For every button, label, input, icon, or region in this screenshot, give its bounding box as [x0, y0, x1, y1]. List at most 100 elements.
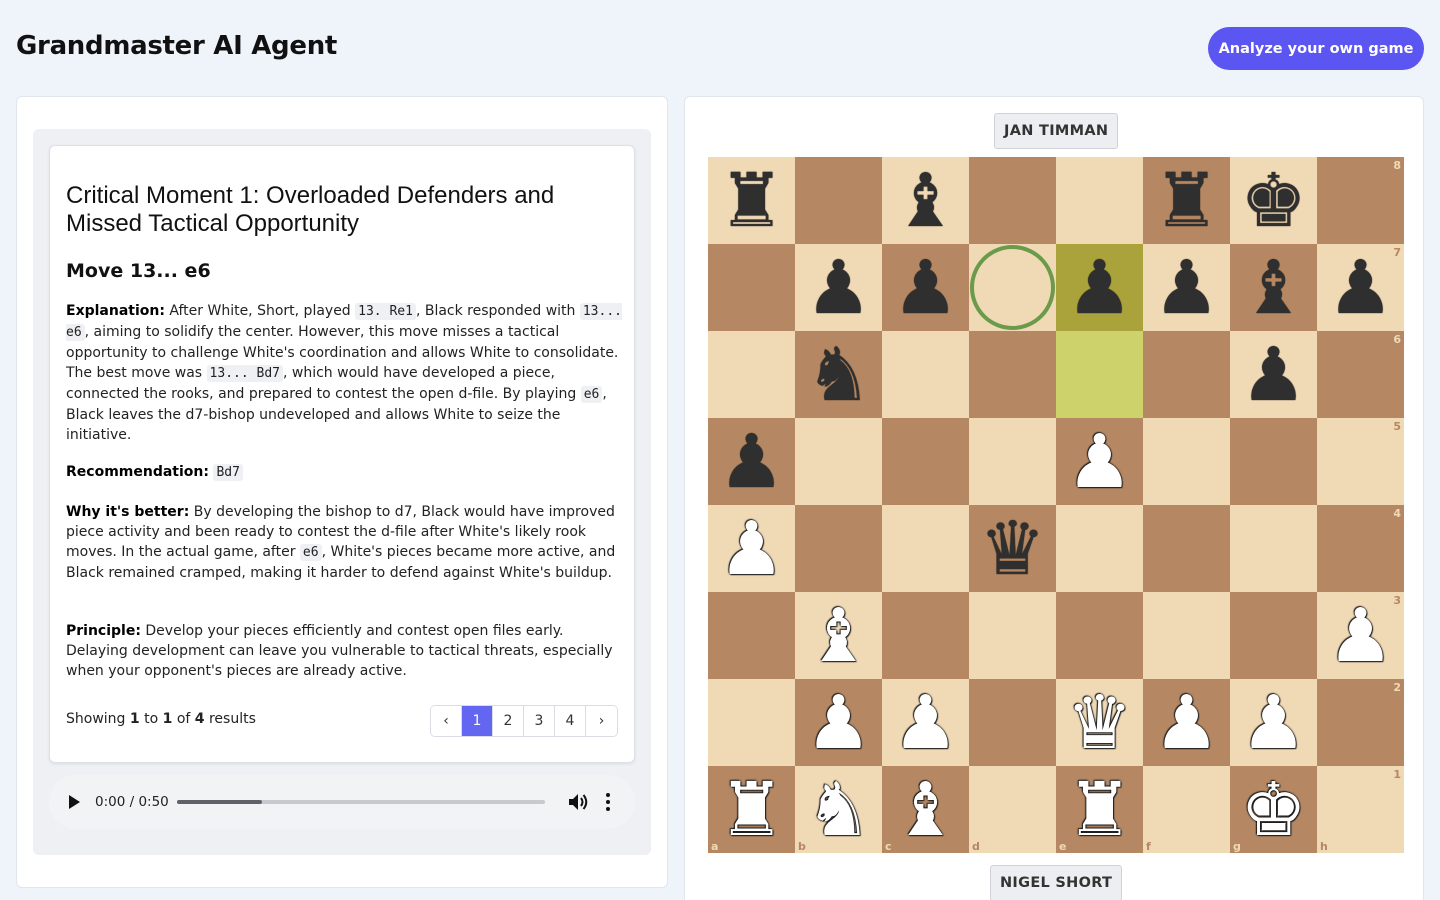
square-b3[interactable]: ♝	[795, 592, 882, 679]
square-c1[interactable]: c ♝	[882, 766, 969, 853]
square-e8[interactable]	[1056, 157, 1143, 244]
square-a8[interactable]: ♜	[708, 157, 795, 244]
square-f7[interactable]: ♟	[1143, 244, 1230, 331]
square-c7[interactable]: ♟	[882, 244, 969, 331]
page-button-3[interactable]: 3	[524, 706, 555, 736]
square-h6[interactable]: 6	[1317, 331, 1404, 418]
square-d6[interactable]	[969, 331, 1056, 418]
volume-icon[interactable]	[567, 792, 589, 812]
square-c8[interactable]: ♝	[882, 157, 969, 244]
square-f5[interactable]	[1143, 418, 1230, 505]
square-e5[interactable]: ♟	[1056, 418, 1143, 505]
white-pawn-piece[interactable]: ♟	[718, 512, 784, 586]
square-h3[interactable]: 3 ♟	[1317, 592, 1404, 679]
square-g4[interactable]	[1230, 505, 1317, 592]
square-e3[interactable]	[1056, 592, 1143, 679]
square-e7[interactable]: ♟	[1056, 244, 1143, 331]
square-c6[interactable]	[882, 331, 969, 418]
square-h7[interactable]: 7 ♟	[1317, 244, 1404, 331]
square-b1[interactable]: b ♞	[795, 766, 882, 853]
square-a6[interactable]	[708, 331, 795, 418]
square-a1[interactable]: a ♜	[708, 766, 795, 853]
white-king-piece[interactable]: ♚	[1240, 773, 1306, 847]
square-a2[interactable]	[708, 679, 795, 766]
square-f4[interactable]	[1143, 505, 1230, 592]
black-pawn-piece[interactable]: ♟	[1066, 251, 1132, 325]
black-pawn-piece[interactable]: ♟	[1327, 251, 1393, 325]
square-b7[interactable]: ♟	[795, 244, 882, 331]
square-a3[interactable]	[708, 592, 795, 679]
black-king-piece[interactable]: ♚	[1240, 164, 1306, 238]
square-f3[interactable]	[1143, 592, 1230, 679]
square-c3[interactable]	[882, 592, 969, 679]
black-rook-piece[interactable]: ♜	[1153, 164, 1219, 238]
square-e4[interactable]	[1056, 505, 1143, 592]
square-f1[interactable]: f	[1143, 766, 1230, 853]
square-h8[interactable]: 8	[1317, 157, 1404, 244]
white-rook-piece[interactable]: ♜	[1066, 773, 1132, 847]
play-icon[interactable]	[69, 795, 80, 809]
next-page-button[interactable]: ›	[586, 706, 617, 736]
page-button-1[interactable]: 1	[462, 706, 493, 736]
square-a7[interactable]	[708, 244, 795, 331]
square-d7[interactable]	[969, 244, 1056, 331]
square-d4[interactable]: ♛	[969, 505, 1056, 592]
square-d8[interactable]	[969, 157, 1056, 244]
square-d5[interactable]	[969, 418, 1056, 505]
square-b4[interactable]	[795, 505, 882, 592]
square-g8[interactable]: ♚	[1230, 157, 1317, 244]
black-pawn-piece[interactable]: ♟	[892, 251, 958, 325]
more-options-icon[interactable]	[605, 792, 611, 812]
square-g1[interactable]: g ♚	[1230, 766, 1317, 853]
square-b2[interactable]: ♟	[795, 679, 882, 766]
square-a5[interactable]: ♟	[708, 418, 795, 505]
white-pawn-piece[interactable]: ♟	[892, 686, 958, 760]
square-e2[interactable]: ♛	[1056, 679, 1143, 766]
square-h5[interactable]: 5	[1317, 418, 1404, 505]
black-pawn-piece[interactable]: ♟	[1240, 338, 1306, 412]
square-g7[interactable]: ♝	[1230, 244, 1317, 331]
square-g2[interactable]: ♟	[1230, 679, 1317, 766]
black-queen-piece[interactable]: ♛	[979, 512, 1045, 586]
white-knight-piece[interactable]: ♞	[805, 773, 871, 847]
black-knight-piece[interactable]: ♞	[805, 338, 871, 412]
square-h4[interactable]: 4	[1317, 505, 1404, 592]
square-g5[interactable]	[1230, 418, 1317, 505]
square-d3[interactable]	[969, 592, 1056, 679]
square-c5[interactable]	[882, 418, 969, 505]
analyze-own-game-button[interactable]: Analyze your own game	[1208, 27, 1424, 70]
square-f6[interactable]	[1143, 331, 1230, 418]
white-bishop-piece[interactable]: ♝	[805, 599, 871, 673]
page-button-4[interactable]: 4	[555, 706, 586, 736]
audio-seek-bar[interactable]	[177, 800, 545, 804]
white-pawn-piece[interactable]: ♟	[1240, 686, 1306, 760]
white-rook-piece[interactable]: ♜	[718, 773, 784, 847]
prev-page-button[interactable]: ‹	[431, 706, 462, 736]
square-f2[interactable]: ♟	[1143, 679, 1230, 766]
square-c2[interactable]: ♟	[882, 679, 969, 766]
square-d2[interactable]	[969, 679, 1056, 766]
square-f8[interactable]: ♜	[1143, 157, 1230, 244]
square-a4[interactable]: ♟	[708, 505, 795, 592]
square-b8[interactable]	[795, 157, 882, 244]
square-g6[interactable]: ♟	[1230, 331, 1317, 418]
black-bishop-piece[interactable]: ♝	[892, 164, 958, 238]
square-c4[interactable]	[882, 505, 969, 592]
square-b6[interactable]: ♞	[795, 331, 882, 418]
square-e6[interactable]	[1056, 331, 1143, 418]
white-queen-piece[interactable]: ♛	[1066, 686, 1132, 760]
white-pawn-piece[interactable]: ♟	[1153, 686, 1219, 760]
white-bishop-piece[interactable]: ♝	[892, 773, 958, 847]
black-rook-piece[interactable]: ♜	[718, 164, 784, 238]
white-pawn-piece[interactable]: ♟	[1066, 425, 1132, 499]
black-pawn-piece[interactable]: ♟	[1153, 251, 1219, 325]
black-bishop-piece[interactable]: ♝	[1240, 251, 1306, 325]
white-pawn-piece[interactable]: ♟	[1327, 599, 1393, 673]
square-g3[interactable]	[1230, 592, 1317, 679]
square-e1[interactable]: e ♜	[1056, 766, 1143, 853]
square-d1[interactable]: d	[969, 766, 1056, 853]
square-h2[interactable]: 2	[1317, 679, 1404, 766]
square-h1[interactable]: 1h	[1317, 766, 1404, 853]
black-pawn-piece[interactable]: ♟	[805, 251, 871, 325]
white-pawn-piece[interactable]: ♟	[805, 686, 871, 760]
